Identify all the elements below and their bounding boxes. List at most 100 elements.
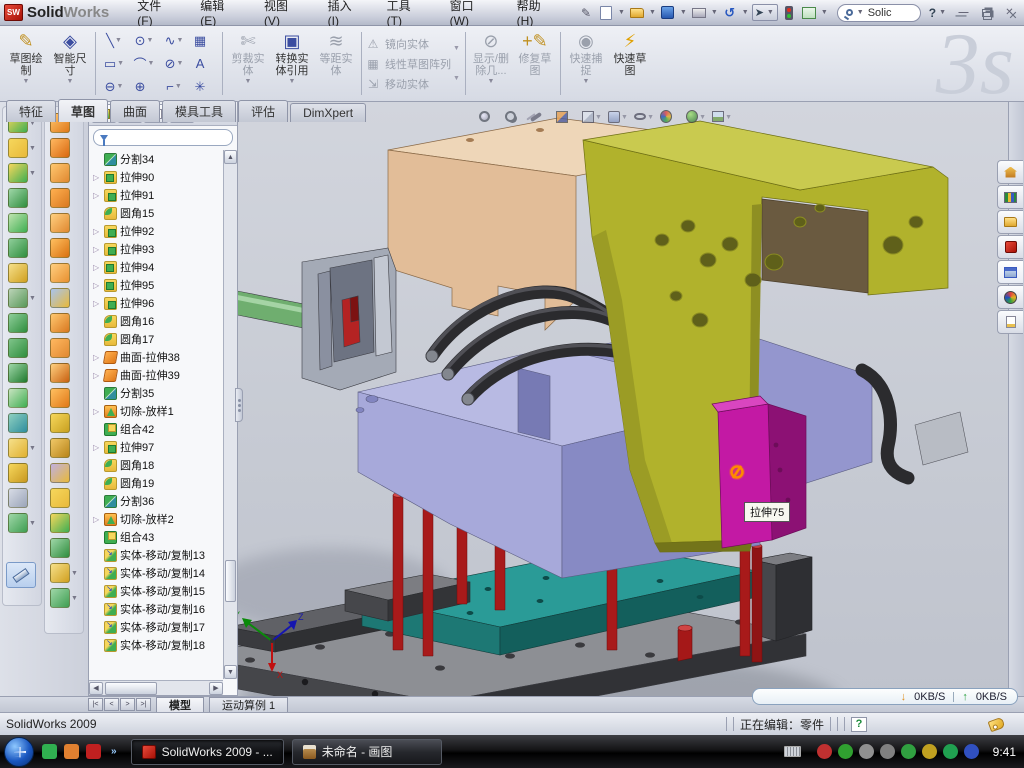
expand-arrow-icon[interactable]: ▷ <box>93 371 101 380</box>
expand-arrow-icon[interactable]: ▷ <box>93 263 101 272</box>
ribbon-tab[interactable]: 评估 <box>238 100 288 122</box>
save-button[interactable] <box>659 4 677 22</box>
sketch-entity-button[interactable]: ⊙▼ <box>129 29 159 52</box>
tree-item[interactable]: ▷ 曲面-拉伸38 <box>89 348 223 366</box>
print-button[interactable] <box>690 4 708 22</box>
help-icon[interactable]: ? <box>929 6 936 20</box>
toolbar-icon[interactable]: ▼ <box>50 363 78 383</box>
toolbar-icon[interactable]: ▼ <box>50 463 78 483</box>
expand-arrow-icon[interactable]: ▷ <box>93 245 101 254</box>
toolbar-icon[interactable]: ▼ <box>8 513 36 533</box>
repair-sketch-button[interactable]: +✎ 修复草 图 <box>513 28 557 99</box>
task-pane-tab[interactable] <box>997 185 1023 209</box>
sketch-entity-button[interactable]: ⊕▼ <box>129 75 159 98</box>
sketch-entity-button[interactable]: ⊖▼ <box>99 75 129 98</box>
tree-item[interactable]: ▷ 实体-移动/复制15 <box>89 582 223 600</box>
toolbar-icon[interactable]: ▼ <box>50 288 78 308</box>
chevron-down-icon[interactable]: ▼ <box>618 9 625 16</box>
chevron-down-icon[interactable]: ▼ <box>680 9 687 16</box>
toolbar-icon[interactable]: ▼ <box>50 238 78 258</box>
search-box[interactable]: ▼ <box>837 4 921 22</box>
expand-arrow-icon[interactable]: ▷ <box>93 353 101 362</box>
tree-item[interactable]: ▷ 实体-移动/复制17 <box>89 618 223 636</box>
quick-launch-icon[interactable] <box>64 744 79 759</box>
tab-nav-prev-button[interactable]: < <box>104 698 119 711</box>
tree-item[interactable]: ▷ 圆角17 <box>89 330 223 348</box>
task-pane-tab[interactable] <box>997 160 1023 184</box>
chevron-down-icon[interactable]: ▼ <box>23 78 30 86</box>
tree-horizontal-scrollbar[interactable]: ◀ ▶ <box>89 680 223 695</box>
quick-launch-more-icon[interactable]: » <box>111 746 117 757</box>
quick-tips-help-icon[interactable]: ? <box>851 717 867 732</box>
view-tool-button[interactable]: ▼ <box>478 108 498 125</box>
rebuild-stoplight-icon[interactable] <box>780 4 798 22</box>
tree-filter-box[interactable] <box>93 129 233 146</box>
toolbar-icon[interactable]: ▼ <box>8 313 36 333</box>
toolbar-icon[interactable]: ▼ <box>8 288 36 308</box>
doc-minimize-button[interactable]: — <box>952 8 970 23</box>
toolbar-icon[interactable]: ▼ <box>50 213 78 233</box>
quick-launch-icon[interactable] <box>86 744 101 759</box>
sketch-button[interactable]: ✎ 草图绘 制 ▼ <box>4 28 48 99</box>
toolbar-icon[interactable]: ▼ <box>50 188 78 208</box>
sketch-entity-button[interactable]: ⌒▼ <box>129 52 159 75</box>
splitter-handle[interactable] <box>235 388 243 422</box>
toolbar-icon[interactable]: ▼ <box>50 313 78 333</box>
scroll-down-icon[interactable]: ▼ <box>224 665 237 679</box>
view-tool-button[interactable]: ▼ <box>634 108 654 125</box>
chevron-down-icon[interactable]: ▼ <box>245 78 252 86</box>
pattern-tool-button[interactable]: ⚠ 镜向实体 <box>365 34 451 54</box>
tree-item[interactable]: ▷ 拉伸90 <box>89 168 223 186</box>
tray-icon[interactable] <box>901 744 916 759</box>
scroll-left-icon[interactable]: ◀ <box>89 682 103 695</box>
side-block-magenta[interactable] <box>712 396 806 548</box>
toolbar-icon[interactable]: ▼ <box>50 388 78 408</box>
toolbar-icon[interactable]: ▼ <box>50 488 78 508</box>
tree-item[interactable]: ▷ 拉伸96 <box>89 294 223 312</box>
ribbon-tab[interactable]: 曲面 <box>110 100 160 122</box>
taskbar-button-paint[interactable]: 未命名 - 画图 <box>292 739 442 765</box>
undo-button[interactable]: ↺ <box>721 4 739 22</box>
sketch-entity-button[interactable]: ✳▼ <box>189 75 219 98</box>
taskbar-button-solidworks[interactable]: SolidWorks 2009 - ... <box>131 739 284 765</box>
tree-item[interactable]: ▷ 切除-放样2 <box>89 510 223 528</box>
expand-arrow-icon[interactable]: ▷ <box>93 299 101 308</box>
ribbon-tab[interactable]: 特征 <box>6 100 56 122</box>
tree-item[interactable]: ▷ 组合42 <box>89 420 223 438</box>
doc-close-button[interactable]: ✕ <box>1004 8 1022 23</box>
tree-item[interactable]: ▷ 分割35 <box>89 384 223 402</box>
quick-snaps-button[interactable]: ◉ 快速捕 捉 ▼ <box>564 28 608 99</box>
tree-item[interactable]: ▷ 圆角16 <box>89 312 223 330</box>
chevron-down-icon[interactable]: ▼ <box>821 9 828 16</box>
scroll-up-icon[interactable]: ▲ <box>224 150 237 164</box>
search-input[interactable] <box>868 7 912 19</box>
sketch-entity-button[interactable]: ▦▼ <box>189 29 219 52</box>
toolbar-icon[interactable]: ▼ <box>50 513 78 533</box>
view-tool-button[interactable]: ▼ <box>504 108 524 125</box>
ribbon-tab[interactable]: 草图 <box>58 99 108 122</box>
tree-item[interactable]: ▷ 拉伸92 <box>89 222 223 240</box>
ribbon-tab[interactable]: 模具工具 <box>162 100 236 122</box>
toolbar-icon[interactable]: ▼ <box>8 363 36 383</box>
toolbar-icon[interactable]: ▼ <box>50 563 78 583</box>
sprue-assembly-gray[interactable] <box>238 248 396 390</box>
tray-icon[interactable] <box>817 744 832 759</box>
toolbar-icon[interactable]: ▼ <box>50 588 78 608</box>
view-tool-button[interactable]: ▼ <box>608 108 628 125</box>
toolbar-icon[interactable]: ▼ <box>8 413 36 433</box>
chevron-down-icon[interactable]: ▼ <box>857 9 864 16</box>
expand-arrow-icon[interactable]: ▷ <box>93 281 101 290</box>
keyboard-layout-icon[interactable] <box>784 746 801 757</box>
display-delete-relations-button[interactable]: ⊘ 显示/删 除几... ▼ <box>469 28 513 99</box>
pattern-tool-button[interactable]: ⇲ 移动实体 <box>365 74 451 94</box>
sketch-entity-button[interactable]: ⊘▼ <box>159 52 189 75</box>
rapid-sketch-button[interactable]: ⚡ 快速草 图 <box>608 28 652 99</box>
toolbar-icon[interactable]: ▼ <box>50 263 78 283</box>
task-pane-tab[interactable] <box>997 310 1023 334</box>
toolbar-icon[interactable]: ▼ <box>50 413 78 433</box>
sketch-entity-button[interactable]: ∿▼ <box>159 29 189 52</box>
toolbar-icon[interactable]: ▼ <box>8 438 36 458</box>
tray-icon[interactable] <box>859 744 874 759</box>
tree-item[interactable]: ▷ 拉伸97 <box>89 438 223 456</box>
quick-launch-icon[interactable] <box>42 744 57 759</box>
